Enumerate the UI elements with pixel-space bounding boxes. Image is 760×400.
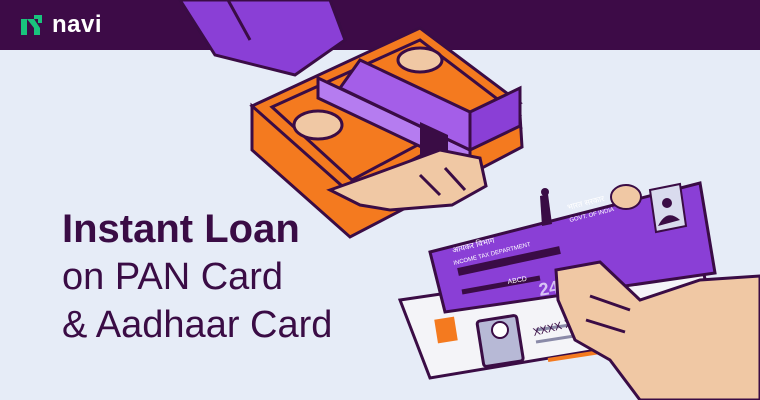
photo-icon [648, 182, 688, 234]
sleeve [178, 0, 347, 77]
headline-line-2: on PAN Card [62, 256, 284, 298]
loan-banner: navi आयकर विभाग INCOME TAX DEPARTMENT भा… [0, 0, 760, 400]
headline: Instant Loan on PAN Card & Aadhaar Card [62, 205, 332, 349]
headline-line-3: & Aadhaar Card [62, 304, 333, 346]
emblem-icon [540, 188, 552, 226]
headline-line-1: Instant Loan [62, 207, 300, 251]
